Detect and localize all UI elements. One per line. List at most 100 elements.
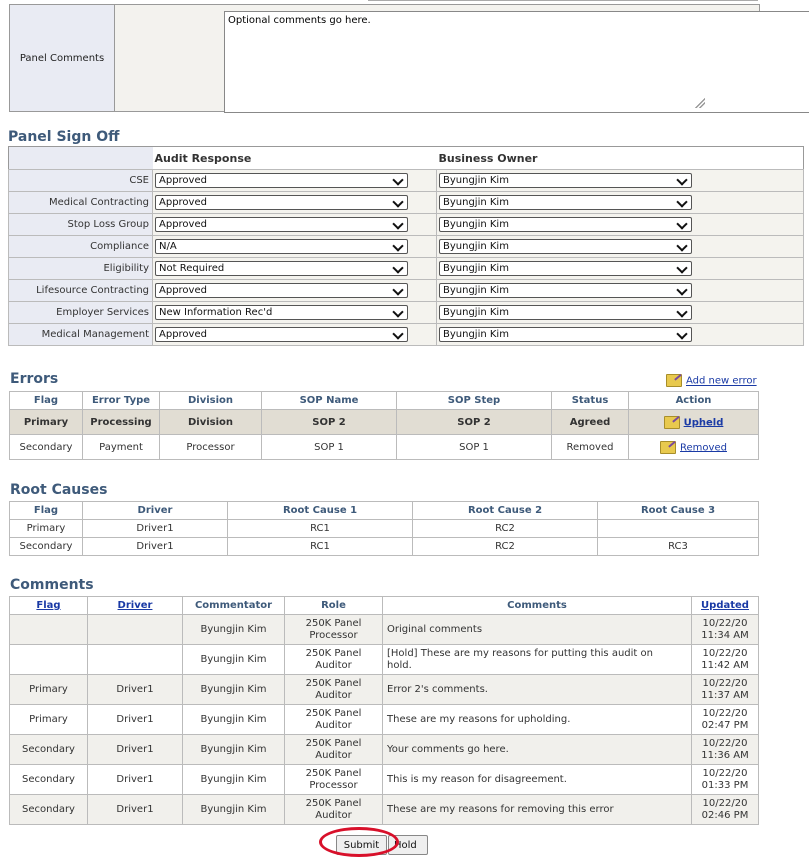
business-owner-cell: Byungjin Kim <box>436 191 804 214</box>
comment-text-line1: This is my reason for disagreement. <box>387 773 567 785</box>
error-sop-name: SOP 2 <box>261 409 397 435</box>
chevron-down-icon <box>392 240 404 252</box>
chevron-down-icon <box>676 284 688 296</box>
audit-response-select[interactable]: Approved <box>155 327 408 342</box>
add-new-error-link-wrap[interactable]: Add new error <box>666 374 757 387</box>
audit-response-select[interactable]: Approved <box>155 173 408 188</box>
comment-driver <box>87 614 183 645</box>
chevron-down-icon <box>392 328 404 340</box>
audit-response-cell: Approved <box>152 279 437 302</box>
comment-commentator: Byungjin Kim <box>182 764 285 795</box>
comment-commentator: Byungjin Kim <box>182 734 285 765</box>
panel-comments-textarea[interactable]: Optional comments go here. <box>224 11 809 113</box>
comment-flag: Secondary <box>9 734 88 765</box>
chevron-down-icon <box>392 306 404 318</box>
error-row[interactable]: Primary Processing Division SOP 2 SOP 2 Agree… <box>9 409 759 435</box>
comment-role-line2: Auditor <box>315 809 352 821</box>
sign-off-row: Compliance N/A Byungjin Kim <box>8 235 804 258</box>
audit-response-value: Not Required <box>159 263 225 274</box>
comment-time: 01:33 PM <box>701 779 749 791</box>
comment-row: Primary Driver1 Byungjin Kim 250K Panel Audi… <box>9 674 759 705</box>
audit-response-cell: Approved <box>152 191 437 214</box>
error-flag: Primary <box>9 409 83 435</box>
comment-text-line1: [Hold] These are my reasons for putting … <box>387 647 653 659</box>
audit-response-select[interactable]: Approved <box>155 217 408 232</box>
comment-updated: 10/22/20 02:47 PM <box>691 704 759 735</box>
comment-date: 10/22/20 <box>702 707 748 719</box>
comment-flag: Secondary <box>9 764 88 795</box>
add-new-error-link[interactable]: Add new error <box>686 376 757 387</box>
comments-title: Comments <box>10 577 94 593</box>
comment-row: Byungjin Kim 250K Panel Processor Original … <box>9 614 759 645</box>
error-error-type: Processing <box>82 409 160 435</box>
sort-driver-link[interactable]: Driver <box>118 600 153 611</box>
business-owner-cell: Byungjin Kim <box>436 169 804 192</box>
comments-header-driver[interactable]: Driver <box>87 596 183 615</box>
comment-row: Secondary Driver1 Byungjin Kim 250K Panel Pr… <box>9 764 759 795</box>
business-owner-select[interactable]: Byungjin Kim <box>439 305 692 320</box>
error-sop-name: SOP 1 <box>261 434 397 460</box>
business-owner-select[interactable]: Byungjin Kim <box>439 173 692 188</box>
audit-response-cell: New Information Rec'd <box>152 301 437 324</box>
business-owner-select[interactable]: Byungjin Kim <box>439 195 692 210</box>
error-row[interactable]: Secondary Payment Processor SOP 1 SOP 1 Remov… <box>9 434 759 460</box>
audit-response-cell: Approved <box>152 169 437 192</box>
chevron-down-icon <box>392 218 404 230</box>
comment-text-line1: Your comments go here. <box>387 743 509 755</box>
errors-header: Error Type <box>82 391 160 410</box>
business-owner-cell: Byungjin Kim <box>436 257 804 280</box>
sign-off-row: Stop Loss Group Approved Byungjin Kim <box>8 213 804 236</box>
comment-date: 10/22/20 <box>702 617 748 629</box>
comment-role-line2: Processor <box>309 779 358 791</box>
business-owner-select[interactable]: Byungjin Kim <box>439 327 692 342</box>
comment-flag: Primary <box>9 704 88 735</box>
error-division: Division <box>159 409 262 435</box>
comment-flag <box>9 644 88 675</box>
business-owner-select[interactable]: Byungjin Kim <box>439 217 692 232</box>
comment-time: 02:46 PM <box>701 809 749 821</box>
sort-flag-link[interactable]: Flag <box>36 600 60 611</box>
comment-role: 250K Panel Auditor <box>284 794 383 825</box>
audit-response-select[interactable]: New Information Rec'd <box>155 305 408 320</box>
business-owner-select[interactable]: Byungjin Kim <box>439 239 692 254</box>
sign-off-label: Stop Loss Group <box>8 213 153 236</box>
comments-header-comments: Comments <box>382 596 692 615</box>
audit-response-select[interactable]: N/A <box>155 239 408 254</box>
comment-text: [Hold] These are my reasons for putting … <box>382 644 692 675</box>
comment-role-line1: 250K Panel <box>305 797 362 809</box>
comment-text: These are my reasons for removing this e… <box>382 794 692 825</box>
comment-date: 10/22/20 <box>702 797 748 809</box>
comment-text-line1: Original comments <box>387 623 483 635</box>
audit-response-cell: Not Required <box>152 257 437 280</box>
submit-button[interactable]: Submit <box>336 835 387 855</box>
chevron-down-icon <box>392 174 404 186</box>
comment-driver: Driver1 <box>87 794 183 825</box>
error-action-link[interactable]: Upheld <box>684 417 724 428</box>
business-owner-select[interactable]: Byungjin Kim <box>439 261 692 276</box>
comments-header-updated[interactable]: Updated <box>691 596 759 615</box>
root-cause-rc2: RC2 <box>412 537 598 556</box>
chevron-down-icon <box>676 262 688 274</box>
error-flag: Secondary <box>9 434 83 460</box>
root-cause-row: Primary Driver1 RC1 RC2 <box>9 519 759 538</box>
error-action-link[interactable]: Removed <box>680 442 727 453</box>
comment-updated: 10/22/20 01:33 PM <box>691 764 759 795</box>
comment-row: Secondary Driver1 Byungjin Kim 250K Panel Au… <box>9 794 759 825</box>
business-owner-select[interactable]: Byungjin Kim <box>439 283 692 298</box>
comment-updated: 10/22/20 11:42 AM <box>691 644 759 675</box>
comment-date: 10/22/20 <box>702 767 748 779</box>
panel-comments-label: Panel Comments <box>19 52 105 64</box>
sort-updated-link[interactable]: Updated <box>701 600 749 611</box>
resize-grip-icon[interactable] <box>695 98 705 108</box>
audit-response-value: N/A <box>159 241 177 252</box>
audit-response-select[interactable]: Approved <box>155 283 408 298</box>
audit-response-select[interactable]: Approved <box>155 195 408 210</box>
hold-button[interactable]: Hold <box>388 835 428 855</box>
comment-driver: Driver1 <box>87 704 183 735</box>
chevron-down-icon <box>676 174 688 186</box>
audit-response-select[interactable]: Not Required <box>155 261 408 276</box>
comment-role-line1: 250K Panel <box>305 767 362 779</box>
comments-header-flag[interactable]: Flag <box>9 596 88 615</box>
comment-row: Byungjin Kim 250K Panel Auditor [Hold] Thes… <box>9 644 759 675</box>
errors-header: Division <box>159 391 262 410</box>
